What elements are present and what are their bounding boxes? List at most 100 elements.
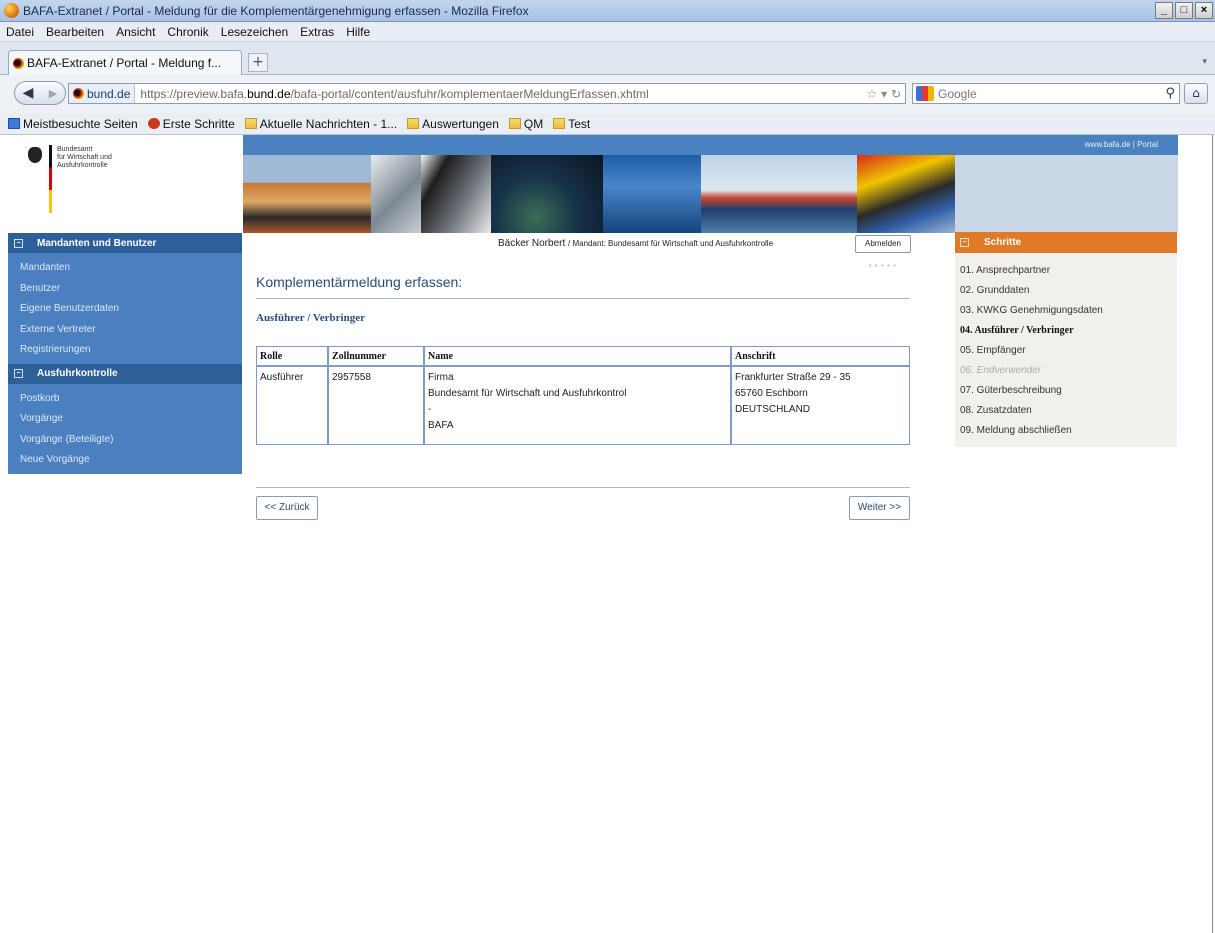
- close-button[interactable]: ×: [1195, 2, 1213, 19]
- site-identity-badge[interactable]: bund.de: [69, 84, 136, 103]
- step-empfaenger[interactable]: 05. Empfänger: [955, 341, 1177, 361]
- sidebar-item-registrierungen[interactable]: Registrierungen: [8, 340, 242, 361]
- minimize-button[interactable]: _: [1155, 2, 1173, 19]
- cell-name: Firma Bundesamt für Wirtschaft und Ausfu…: [425, 367, 732, 444]
- menu-bearbeiten[interactable]: Bearbeiten: [46, 25, 104, 39]
- forward-arrow-icon[interactable]: ▶: [41, 87, 65, 100]
- steps-header: − Schritte: [955, 232, 1177, 253]
- tab-list-chevron-icon[interactable]: ▾: [1202, 57, 1207, 67]
- address-line: DEUTSCHLAND: [735, 404, 811, 415]
- bookmark-meistbesuchte[interactable]: Meistbesuchte Seiten: [8, 117, 138, 131]
- bookmark-nachrichten[interactable]: Aktuelle Nachrichten - 1...: [244, 117, 397, 131]
- column-header-rolle: Rolle: [257, 347, 329, 367]
- home-button[interactable]: ⌂: [1184, 83, 1208, 104]
- name-line: Firma: [428, 372, 454, 383]
- tab-active[interactable]: BAFA-Extranet / Portal - Meldung f...: [8, 50, 242, 75]
- navigation-bar: ◀ ▶ bund.de https://preview.bafa.bund.de…: [0, 75, 1215, 113]
- home-icon: ⌂: [1192, 86, 1200, 100]
- step-kwkg-genehmigungsdaten[interactable]: 03. KWKG Genehmigungsdaten: [955, 301, 1177, 321]
- german-flag-bar: [49, 145, 52, 213]
- bookmark-label: Test: [568, 116, 591, 131]
- address-line: Frankfurter Straße 29 - 35: [735, 372, 851, 383]
- menu-hilfe[interactable]: Hilfe: [346, 25, 370, 39]
- sidebar-section-mandanten[interactable]: − Mandanten und Benutzer: [8, 233, 242, 253]
- search-icon[interactable]: ⚲: [1165, 86, 1175, 101]
- steps-panel: − Schritte 01. Ansprechpartner 02. Grund…: [955, 232, 1177, 447]
- steps-list: 01. Ansprechpartner 02. Grunddaten 03. K…: [955, 253, 1177, 447]
- step-grunddaten[interactable]: 02. Grunddaten: [955, 281, 1177, 301]
- step-meldung-abschliessen[interactable]: 09. Meldung abschließen: [955, 421, 1177, 441]
- sidebar: − Mandanten und Benutzer Mandanten Benut…: [8, 233, 242, 474]
- google-engine-icon[interactable]: [916, 86, 934, 101]
- history-dropdown-icon[interactable]: ▾: [881, 87, 887, 101]
- sidebar-item-vorgaenge-beteiligte[interactable]: Vorgänge (Beteiligte): [8, 430, 242, 451]
- search-placeholder: Google: [938, 86, 977, 101]
- url-actions: ☆ ▾ ↻: [866, 87, 905, 101]
- url-bar[interactable]: bund.de https://preview.bafa.bund.de/baf…: [68, 83, 906, 104]
- user-info: Bäcker Norbert / Mandant: Bundesamt für …: [498, 238, 773, 249]
- title-divider: [256, 298, 910, 299]
- search-input[interactable]: Google ⚲: [912, 83, 1180, 104]
- tab-label: BAFA-Extranet / Portal - Meldung f...: [27, 56, 222, 70]
- folder-icon: [553, 118, 566, 129]
- step-endverwender: 06. Endverwender: [960, 365, 1042, 376]
- window-titlebar: BAFA-Extranet / Portal - Meldung für die…: [0, 0, 1215, 22]
- bookmark-label: Erste Schritte: [162, 116, 235, 131]
- sidebar-item-mandanten[interactable]: Mandanten: [8, 258, 242, 279]
- logout-button[interactable]: Abmelden: [855, 235, 911, 253]
- bafa-favicon-icon: [13, 57, 24, 69]
- bookmark-label: Auswertungen: [422, 116, 499, 131]
- maximize-button[interactable]: □: [1175, 2, 1193, 19]
- url-prefix: https://preview.bafa.: [140, 86, 248, 101]
- logo-line: Bundesamt: [57, 146, 93, 153]
- step-ausfuehrer-verbringer[interactable]: 04. Ausführer / Verbringer: [955, 321, 1177, 341]
- rss-folder-icon: [244, 118, 257, 129]
- menu-chronik[interactable]: Chronik: [167, 25, 208, 39]
- sidebar-item-benutzer[interactable]: Benutzer: [8, 279, 242, 300]
- bookmarks-bar: Meistbesuchte Seiten Erste Schritte Aktu…: [0, 113, 1215, 135]
- back-forward-group: ◀ ▶: [14, 81, 66, 105]
- next-button[interactable]: Weiter >>: [849, 496, 910, 520]
- column-header-anschrift: Anschrift: [732, 347, 909, 367]
- new-tab-button[interactable]: +: [248, 53, 268, 72]
- collapse-icon[interactable]: −: [14, 369, 23, 378]
- site-favicon-icon: [73, 88, 84, 99]
- logo-line: für Wirtschaft und: [57, 154, 112, 161]
- header-links[interactable]: www.bafa.de | Portal: [1085, 140, 1158, 149]
- sidebar-section-title: Ausfuhrkontrolle: [37, 368, 118, 379]
- back-button[interactable]: << Zurück: [256, 496, 318, 520]
- sidebar-item-eigene-benutzerdaten[interactable]: Eigene Benutzerdaten: [8, 299, 242, 320]
- step-gueterbeschreibung[interactable]: 07. Güterbeschreibung: [955, 381, 1177, 401]
- bookmark-erste-schritte[interactable]: Erste Schritte: [147, 116, 235, 131]
- menu-ansicht[interactable]: Ansicht: [116, 25, 155, 39]
- site-domain: bund.de: [87, 86, 131, 101]
- address-line: 65760 Eschborn: [735, 388, 808, 399]
- menu-lesezeichen[interactable]: Lesezeichen: [221, 25, 288, 39]
- sidebar-item-neue-vorgaenge[interactable]: Neue Vorgänge: [8, 450, 242, 471]
- bookmark-qm[interactable]: QM: [508, 117, 543, 131]
- window-title: BAFA-Extranet / Portal - Meldung für die…: [23, 3, 529, 18]
- bookmark-auswertungen[interactable]: Auswertungen: [407, 117, 499, 131]
- url-highlight: bund.de: [247, 86, 291, 101]
- back-arrow-icon[interactable]: ◀: [15, 85, 41, 101]
- firefox-logo-icon: [4, 3, 19, 18]
- sidebar-section-ausfuhrkontrolle[interactable]: − Ausfuhrkontrolle: [8, 363, 242, 384]
- logo-text: Bundesamt für Wirtschaft und Ausfuhrkont…: [57, 146, 112, 170]
- collapse-icon[interactable]: −: [960, 238, 969, 247]
- collapse-icon[interactable]: −: [14, 238, 23, 248]
- menu-datei[interactable]: Datei: [6, 25, 34, 39]
- column-header-zollnummer: Zollnummer: [329, 347, 425, 367]
- name-line: BAFA: [428, 420, 454, 431]
- bafa-logo[interactable]: Bundesamt für Wirtschaft und Ausfuhrkont…: [28, 143, 228, 223]
- sidebar-item-externe-vertreter[interactable]: Externe Vertreter: [8, 320, 242, 341]
- step-zusatzdaten[interactable]: 08. Zusatzdaten: [955, 401, 1177, 421]
- sidebar-item-vorgaenge[interactable]: Vorgänge: [8, 409, 242, 430]
- page-title: Komplementärmeldung erfassen:: [256, 274, 463, 290]
- bookmark-test[interactable]: Test: [553, 117, 590, 131]
- bookmark-star-icon[interactable]: ☆: [866, 87, 877, 101]
- sidebar-item-postkorb[interactable]: Postkorb: [8, 389, 242, 410]
- reload-icon[interactable]: ↻: [891, 87, 901, 101]
- step-ansprechpartner[interactable]: 01. Ansprechpartner: [955, 261, 1177, 281]
- tab-bar: BAFA-Extranet / Portal - Meldung f... + …: [0, 42, 1215, 75]
- menu-extras[interactable]: Extras: [300, 25, 334, 39]
